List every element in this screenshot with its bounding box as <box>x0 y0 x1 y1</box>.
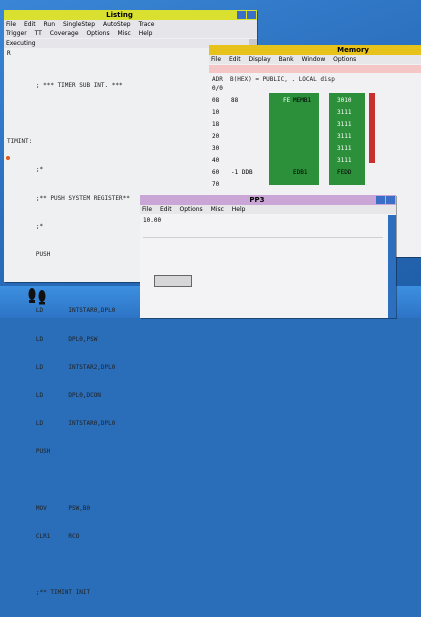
memory-title: Memory <box>337 46 369 54</box>
memory-menubar: File Edit Display Bank Window Options <box>209 55 421 64</box>
table-cell: EDB1 <box>293 169 308 176</box>
code-line: LD DPL0,PSW <box>7 335 98 343</box>
minimize-button[interactable] <box>237 11 246 19</box>
table-cell: 3111 <box>337 109 352 116</box>
code-line: MOV PSW,B0 <box>7 504 91 512</box>
pp-title: PP3 <box>249 196 265 204</box>
code-line: ;** TIMINT INIT <box>7 589 91 597</box>
menu-options[interactable]: Options <box>333 56 356 63</box>
memory-titlebar[interactable]: Memory <box>209 45 421 55</box>
menu-options[interactable]: Options <box>180 206 203 213</box>
table-cell: 88 <box>231 97 239 104</box>
menu-options[interactable]: Options <box>86 30 109 37</box>
pp-scrollbar[interactable] <box>388 215 396 318</box>
table-cell: -1 DDB <box>231 169 253 176</box>
menu-run[interactable]: Run <box>44 21 56 28</box>
code-line: CLR1 RCO <box>7 533 80 541</box>
red-marker-column <box>369 93 375 163</box>
listing-title: Listing <box>106 11 133 19</box>
table-cell: 10 <box>212 109 220 116</box>
listing-titlebar[interactable]: Listing <box>4 10 257 20</box>
table-cell: 18 <box>212 121 220 128</box>
listing-menubar-row1: File Edit Run SingleStep AutoStep Trace <box>4 20 257 29</box>
menu-file[interactable]: File <box>142 206 152 213</box>
table-cell: 3111 <box>337 145 352 152</box>
menu-coverage[interactable]: Coverage <box>50 30 79 37</box>
maximize-button[interactable] <box>247 11 256 19</box>
menu-display[interactable]: Display <box>249 56 271 63</box>
pp-menubar: File Edit Options Misc Help <box>140 205 396 214</box>
menu-help[interactable]: Help <box>139 30 153 37</box>
menu-edit[interactable]: Edit <box>24 21 36 28</box>
pp-content-area[interactable] <box>143 237 383 313</box>
maximize-button[interactable] <box>386 196 395 204</box>
table-cell: 30 <box>212 145 220 152</box>
table-cell: 20 <box>212 133 220 140</box>
menu-misc[interactable]: Misc <box>211 206 224 213</box>
menu-singlestep[interactable]: SingleStep <box>63 21 95 28</box>
menu-file[interactable]: File <box>6 21 16 28</box>
table-cell: 08 <box>212 97 220 104</box>
menu-trace[interactable]: Trace <box>139 21 155 28</box>
table-cell: 3111 <box>337 121 352 128</box>
menu-file[interactable]: File <box>211 56 221 63</box>
table-cell: FE <box>283 97 291 104</box>
table-cell: 40 <box>212 157 220 164</box>
table-cell: 70 <box>212 181 220 188</box>
menu-edit[interactable]: Edit <box>229 56 241 63</box>
menu-misc[interactable]: Misc <box>118 30 131 37</box>
table-cell: FEDD <box>337 169 352 176</box>
table-cell: 3010 <box>337 97 352 104</box>
pp-value-field[interactable]: 10.00 <box>143 217 161 224</box>
footprints-icon[interactable] <box>26 285 48 305</box>
listing-prompt: R <box>7 50 11 57</box>
status-text: Executing <box>6 40 36 47</box>
menu-bank[interactable]: Bank <box>279 56 294 63</box>
table-cell: 3111 <box>337 157 352 164</box>
table-cell: MEMB1 <box>293 97 312 104</box>
menu-window[interactable]: Window <box>302 56 326 63</box>
breakpoint-marker[interactable] <box>6 156 10 160</box>
memory-header: ADR B(HEX) = PUBLIC, . LOCAL disp <box>212 76 335 83</box>
table-cell: 60 <box>212 169 220 176</box>
menu-tt[interactable]: TT <box>35 30 42 37</box>
code-line: LD DPL0,DCON <box>7 392 101 400</box>
code-line: LD INTSTAR0,DPL0 <box>7 420 116 428</box>
pp-window: PP3 File Edit Options Misc Help 10.00 <box>140 195 396 318</box>
menu-autostep[interactable]: AutoStep <box>103 21 131 28</box>
table-cell: 0/0 <box>212 85 223 92</box>
menu-edit[interactable]: Edit <box>160 206 172 213</box>
pp-titlebar[interactable]: PP3 <box>140 195 396 205</box>
menu-help[interactable]: Help <box>232 206 246 213</box>
menu-trigger[interactable]: Trigger <box>6 30 27 37</box>
code-line: PUSH <box>7 448 51 456</box>
listing-menubar-row2: Trigger TT Coverage Options Misc Help <box>4 29 257 38</box>
minimize-button[interactable] <box>376 196 385 204</box>
table-cell: 3111 <box>337 133 352 140</box>
code-line: LD INTSTAR2,DPL0 <box>7 363 116 371</box>
memory-header-band <box>209 65 421 73</box>
